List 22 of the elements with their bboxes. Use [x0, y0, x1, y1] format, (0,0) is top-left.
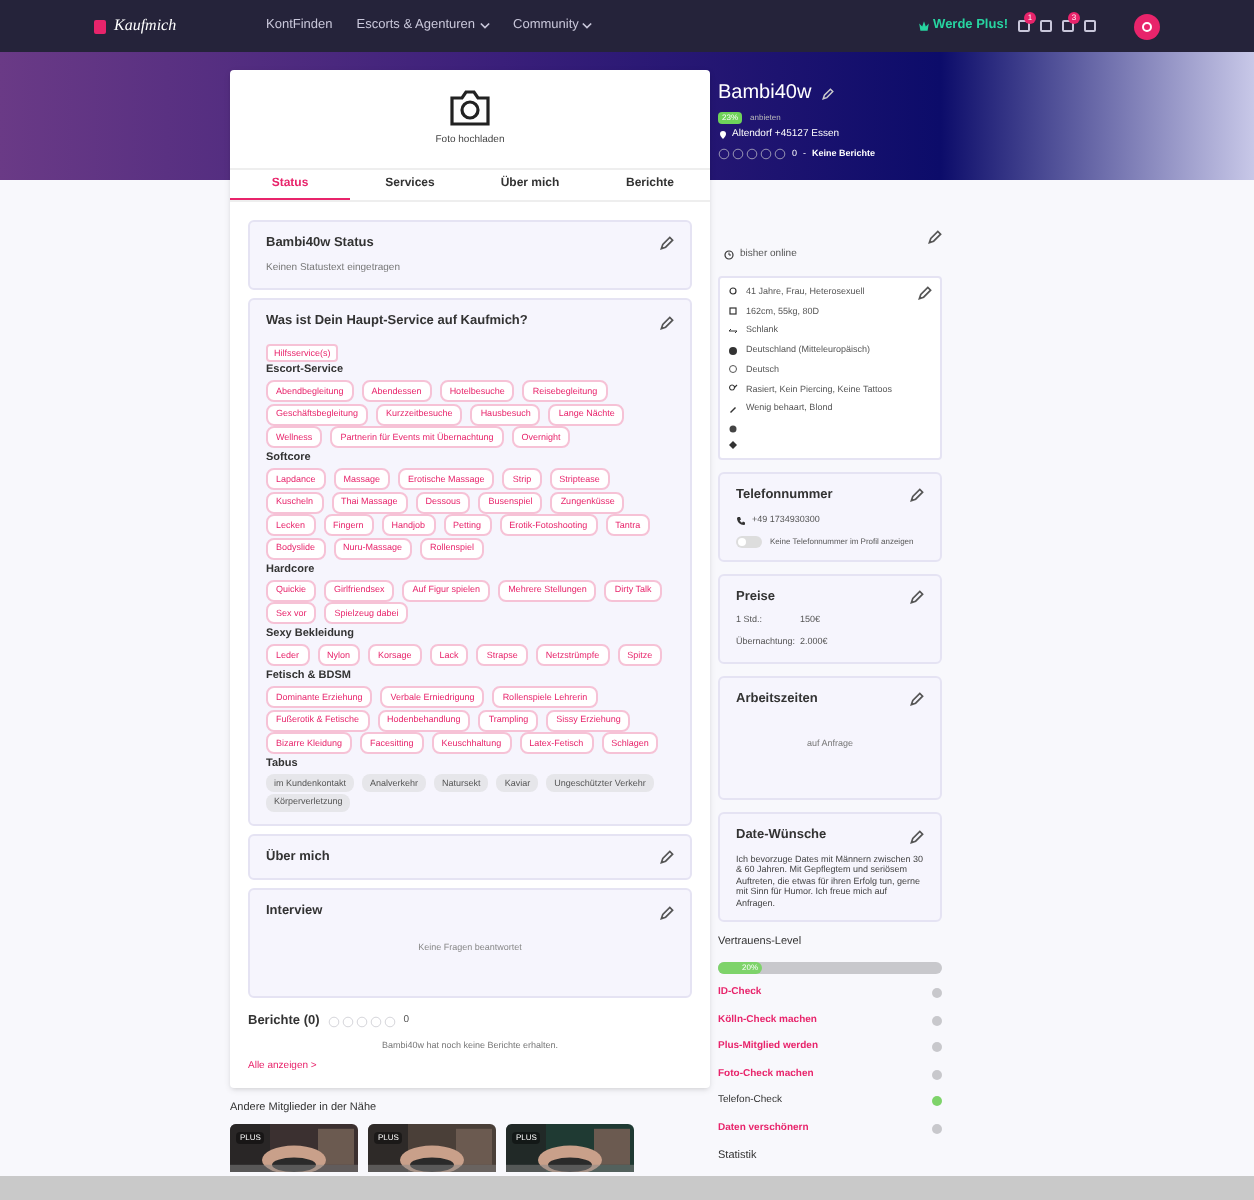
edit-icon[interactable]: [910, 829, 924, 844]
crown-icon: [917, 20, 930, 32]
avatar-icon[interactable]: [1134, 13, 1160, 39]
detail-icon: [728, 325, 738, 336]
detail-icon: [728, 384, 738, 394]
edit-icon[interactable]: [910, 589, 924, 604]
camera-icon[interactable]: [448, 89, 492, 126]
edit-icon[interactable]: [660, 905, 674, 920]
edit-icon[interactable]: [910, 692, 924, 707]
phone-icon: [736, 515, 746, 526]
logo[interactable]: Kaufmich: [114, 14, 177, 38]
edit-icon[interactable]: [918, 285, 932, 299]
logo-icon: [94, 19, 106, 33]
clock-icon: [724, 250, 734, 261]
profile-name: Bambi40w: [718, 80, 812, 108]
pin-icon: [718, 130, 728, 141]
edit-icon[interactable]: [910, 488, 924, 503]
edit-icon[interactable]: [660, 315, 674, 330]
edit-icon[interactable]: [660, 236, 674, 251]
toggle-switch[interactable]: [736, 535, 762, 547]
edit-icon[interactable]: [928, 230, 942, 244]
edit-icon[interactable]: [660, 849, 674, 864]
